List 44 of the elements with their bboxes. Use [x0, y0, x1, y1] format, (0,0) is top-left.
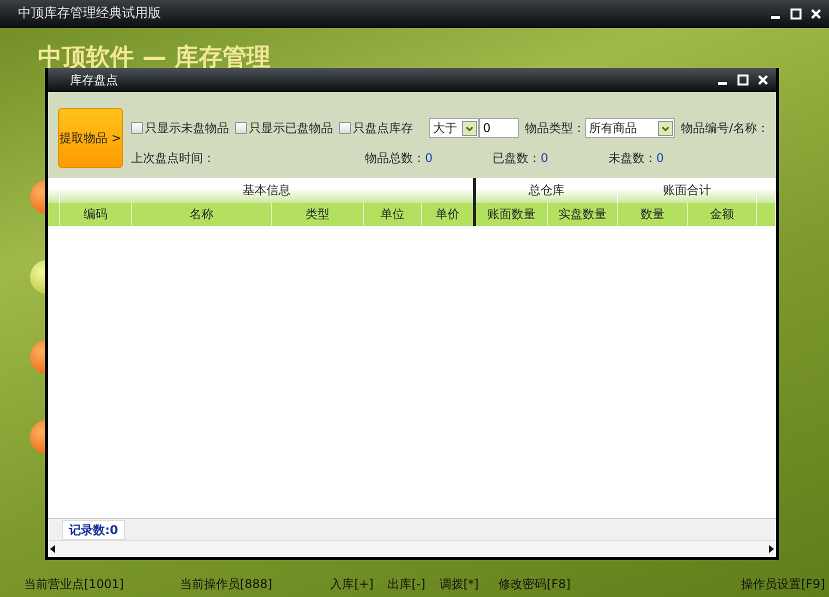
column-header[interactable]: 名称 [132, 203, 272, 226]
horizontal-scrollbar[interactable] [48, 540, 776, 557]
type-select[interactable]: 所有商品 [585, 118, 675, 138]
count-label: 已盘数：0 [492, 150, 548, 167]
window-title: 中顶库存管理经典试用版 [18, 5, 161, 24]
column-header[interactable]: 编码 [60, 203, 132, 226]
count-label: 物品总数：0 [365, 150, 433, 167]
scroll-left-icon[interactable] [48, 544, 58, 554]
close-icon[interactable] [756, 73, 770, 87]
column-header[interactable]: 金额 [688, 203, 757, 226]
filter-checkbox[interactable]: 只显示未盘物品 [131, 119, 229, 137]
last-check-label: 上次盘点时间： [131, 150, 215, 167]
filter-checkbox[interactable]: 只盘点库存 [339, 119, 413, 137]
code-label: 物品编号/名称： [681, 120, 770, 137]
column-header[interactable]: 单位 [364, 203, 422, 226]
maximize-icon[interactable] [736, 73, 750, 87]
column-header[interactable]: 数量 [618, 203, 688, 226]
count-label: 未盘数：0 [608, 150, 664, 167]
column-header[interactable]: 实盘数量 [548, 203, 618, 226]
fetch-items-button[interactable]: 提取物品 > [58, 108, 123, 168]
filter-checkbox[interactable]: 只显示已盘物品 [235, 119, 333, 137]
column-header[interactable]: 类型 [272, 203, 364, 226]
type-label: 物品类型： [525, 120, 585, 137]
record-count: 记录数:0 [62, 520, 126, 540]
status-text: 当前营业点[1001] [24, 576, 124, 593]
dropdown-icon[interactable] [462, 120, 477, 136]
shortcut-link[interactable]: 修改密码[F8] [498, 575, 571, 593]
row-indicator [48, 203, 60, 226]
column-header[interactable]: 账面数量 [476, 203, 548, 226]
maximize-icon[interactable] [789, 7, 803, 21]
banner-title: 中顶软件 — 库存管理 [37, 42, 272, 70]
dialog-title: 库存盘点 [70, 72, 118, 89]
shortcut-link[interactable]: 操作员设置[F9] [741, 575, 825, 593]
shortcut-link[interactable]: 入库[+] [330, 575, 374, 593]
scroll-right-icon[interactable] [766, 544, 776, 554]
status-text: 当前操作员[888] [180, 576, 272, 593]
column-header[interactable]: 单价 [422, 203, 476, 226]
close-icon[interactable] [809, 7, 823, 21]
quantity-field[interactable]: 0 [479, 118, 519, 138]
group-header: 基本信息 [60, 178, 476, 203]
shortcut-link[interactable]: 调拨[*] [439, 575, 479, 593]
shortcut-link[interactable]: 出库[-] [388, 575, 426, 593]
dropdown-icon[interactable] [658, 120, 673, 136]
compare-select[interactable]: 大于 [429, 118, 479, 138]
